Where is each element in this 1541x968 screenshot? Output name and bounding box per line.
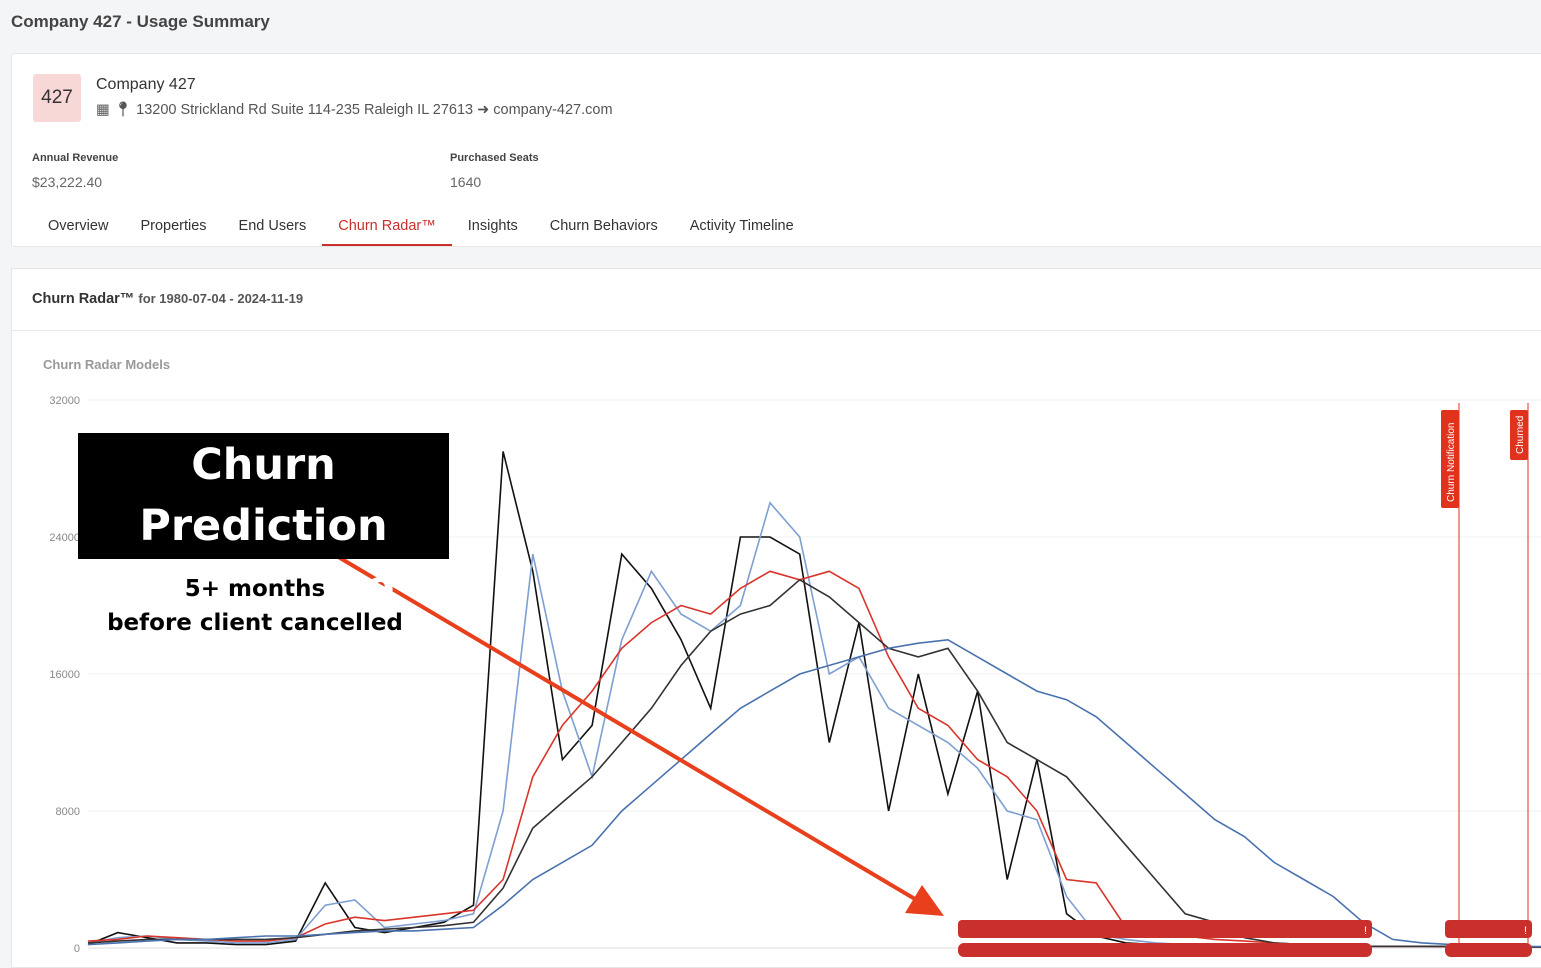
alert-icon: ! [1524, 925, 1527, 937]
annotation-headline: Churn Prediction [139, 440, 388, 551]
y-tick-label: 16000 [49, 669, 80, 681]
redaction-bar [958, 943, 1372, 957]
marker-label: Churn Notification [1446, 423, 1457, 502]
alert-icon: ! [1364, 925, 1367, 937]
annotation-box: Churn Prediction Made Here [78, 433, 449, 612]
y-tick-label: 0 [74, 943, 80, 955]
redaction-bar [958, 920, 1372, 938]
series-line-4 [87, 638, 1541, 948]
annotation-subtext: 5+ months before client cancelled [100, 572, 410, 640]
y-tick-label: 24000 [49, 532, 80, 544]
marker-label: Churned [1515, 416, 1526, 454]
annotation-subtext-line: before client cancelled [107, 610, 403, 636]
redaction-bar [1445, 920, 1532, 938]
chart-title: Churn Radar Models [43, 357, 170, 372]
y-tick-label: 8000 [56, 806, 80, 818]
annotation-subtext-line: 5+ months [184, 576, 326, 602]
y-tick-label: 32000 [49, 395, 80, 407]
redaction-bar [1445, 943, 1532, 957]
